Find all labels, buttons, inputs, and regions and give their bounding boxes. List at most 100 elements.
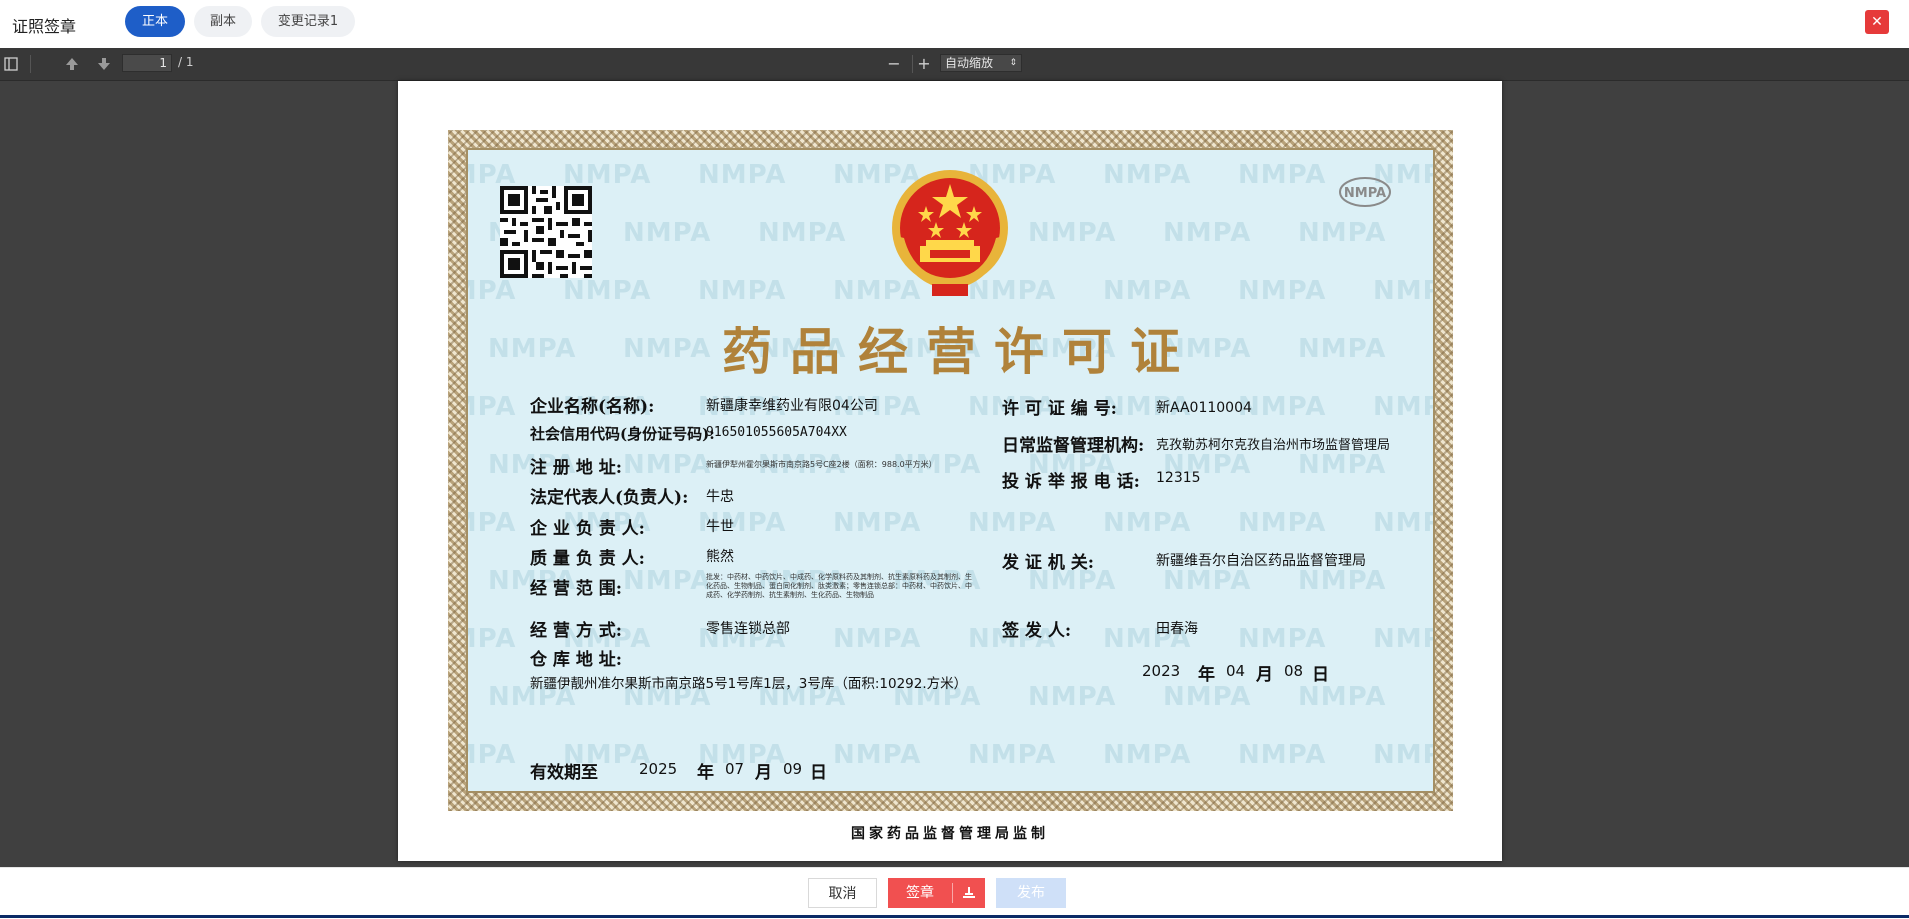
chevron-updown-icon: ⇕ (1009, 58, 1017, 68)
header-bar: 证照签章 正本 副本 变更记录1 ✕ (0, 0, 1909, 48)
watermark-text: NMPA (488, 334, 577, 364)
watermark-text: NMPA (758, 218, 847, 248)
watermark-text: NMPA (1298, 682, 1387, 712)
watermark-text: NMPA (1163, 682, 1252, 712)
watermark-text: NMPA (1163, 566, 1252, 596)
license-no-label: 许 可 证 编 号: (1002, 399, 1117, 419)
scope-label: 经 营 范 围: (530, 579, 623, 599)
watermark-text: NMPA (1433, 334, 1435, 364)
issue-day-char: 日 (1312, 665, 1329, 685)
watermark-text: NMPA (1373, 276, 1433, 306)
mode-value: 零售连锁总部 (706, 621, 790, 637)
complaint-label: 投 诉 举 报 电 话: (1002, 472, 1140, 492)
page-total: / 1 (178, 55, 194, 69)
watermark-text: NMPA (1433, 566, 1435, 596)
legal-rep-value: 牛忠 (706, 489, 734, 505)
qr-code-icon (500, 186, 592, 278)
page-number-input[interactable]: 1 (122, 54, 172, 72)
warehouse-label: 仓 库 地 址: (530, 650, 623, 670)
complaint-value: 12315 (1156, 470, 1201, 486)
signer-value: 田春海 (1156, 621, 1198, 637)
issue-month: 04 (1226, 662, 1246, 680)
watermark-text: NMPA (1298, 218, 1387, 248)
validity-year-char: 年 (697, 763, 714, 783)
reg-address-label: 注 册 地 址: (530, 458, 623, 478)
zoom-out-button[interactable]: − (884, 54, 904, 74)
watermark-text: NMPA (1298, 450, 1387, 480)
issue-day: 08 (1284, 662, 1304, 680)
company-head-label: 企 业 负 责 人: (530, 519, 645, 539)
validity-month: 07 (725, 760, 745, 778)
watermark-text: NMPA (1298, 334, 1387, 364)
certificate-footer-note: 国家药品监督管理局监制 (851, 826, 1049, 842)
national-emblem-icon (892, 170, 1008, 296)
watermark-text: NMPA (1238, 624, 1327, 654)
sidebar-toggle-icon (4, 57, 18, 71)
previous-page-button[interactable] (64, 54, 80, 74)
close-button[interactable]: ✕ (1865, 10, 1889, 34)
watermark-text: NMPA (1238, 508, 1327, 538)
watermark-text: NMPA (1433, 450, 1435, 480)
nmpa-logo-icon: NMPA (1339, 177, 1391, 207)
company-head-value: 牛世 (706, 519, 734, 535)
close-icon: ✕ (1871, 14, 1883, 30)
certificate-title: 药品经营许可证 (722, 322, 1198, 381)
sidebar-toggle-button[interactable] (2, 54, 20, 74)
watermark-text: NMPA (1433, 218, 1435, 248)
watermark-text: NMPA (1298, 566, 1387, 596)
watermark-text: NMPA (698, 276, 787, 306)
publish-button[interactable]: 发布 (996, 878, 1066, 908)
toolbar-divider (30, 55, 31, 73)
issue-month-char: 月 (1256, 665, 1273, 685)
watermark-text: NMPA (468, 624, 517, 654)
page-title: 证照签章 (12, 17, 77, 36)
mode-label: 经 营 方 式: (530, 621, 623, 641)
quality-head-value: 熊然 (706, 549, 734, 565)
watermark-text: NMPA (1238, 160, 1327, 190)
watermark-text: NMPA (1028, 218, 1117, 248)
watermark-text: NMPA (1103, 740, 1192, 770)
license-no-value: 新AA0110004 (1156, 400, 1252, 416)
watermark-text: NMPA (1103, 276, 1192, 306)
watermark-text: NMPA (968, 740, 1057, 770)
watermark-text: NMPA (698, 160, 787, 190)
quality-head-label: 质 量 负 责 人: (530, 549, 645, 569)
watermark-text: NMPA (1238, 740, 1327, 770)
zoom-in-button[interactable]: + (914, 54, 934, 74)
tab-copy[interactable]: 副本 (194, 6, 252, 37)
stamp-icon (963, 887, 975, 898)
sign-button-divider (952, 883, 953, 903)
signer-label: 签 发 人: (1002, 621, 1072, 641)
watermark-text: NMPA (1373, 508, 1433, 538)
validity-label: 有效期至 (530, 763, 598, 783)
validity-day-char: 日 (810, 763, 827, 783)
issuer-label: 发 证 机 关: (1002, 553, 1095, 573)
watermark-text: NMPA (1103, 160, 1192, 190)
watermark-text: NMPA (1028, 682, 1117, 712)
cancel-button[interactable]: 取消 (808, 878, 877, 908)
watermark-text: NMPA (468, 740, 517, 770)
legal-rep-label: 法定代表人(负责人): (530, 488, 689, 508)
tab-original[interactable]: 正本 (125, 6, 185, 37)
sign-button-label: 签章 (906, 885, 934, 901)
warehouse-value: 新疆伊靓州准尔果斯市南京路5号1号库1层，3号库（面积:10292.方米） (530, 676, 968, 692)
credit-code-label: 社会信用代码(身份证号码): (530, 425, 715, 443)
scope-value: 批发：中药材、中药饮片、中成药、化学原料药及其制剂、抗生素原料药及其制剂、生化药… (706, 573, 972, 599)
issue-year-char: 年 (1198, 665, 1215, 685)
reg-address-value: 新疆伊犁州霍尔果斯市南京路5号C座2楼（面积：988.0平方米） (706, 460, 937, 469)
next-page-button[interactable] (96, 54, 112, 74)
watermark-text: NMPA (623, 218, 712, 248)
watermark-text: NMPA (833, 508, 922, 538)
toolbar-divider (912, 55, 913, 73)
validity-year: 2025 (639, 760, 678, 778)
watermark-text: NMPA (468, 276, 517, 306)
tab-change-record[interactable]: 变更记录1 (261, 6, 355, 37)
company-name-value: 新疆康幸维药业有限04公司 (706, 398, 878, 414)
watermark-text: NMPA (1373, 392, 1433, 422)
zoom-select[interactable]: 自动缩放 ⇕ (940, 54, 1022, 72)
watermark-text: NMPA (1433, 682, 1435, 712)
sign-button[interactable]: 签章 (888, 878, 985, 908)
watermark-text: NMPA (833, 624, 922, 654)
issue-year: 2023 (1142, 662, 1181, 680)
arrow-up-icon (66, 58, 78, 70)
